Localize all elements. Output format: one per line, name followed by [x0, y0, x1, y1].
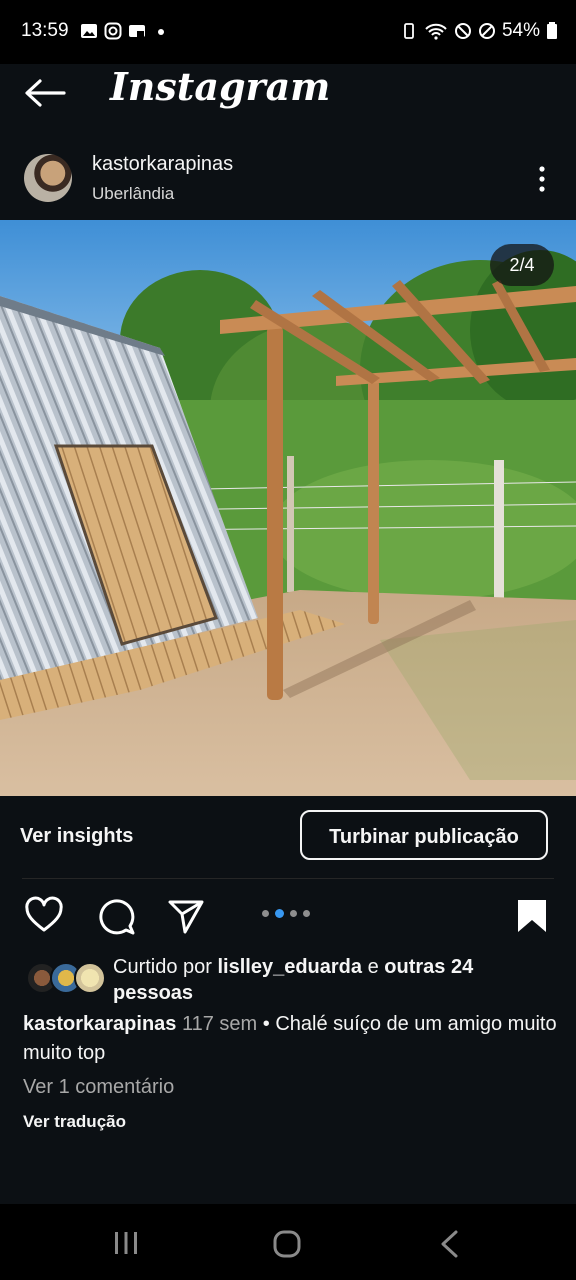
carousel-dot	[290, 910, 297, 917]
nav-back-icon[interactable]	[438, 1229, 460, 1259]
image-counter-badge: 2/4	[490, 244, 554, 286]
likes-conjunction: e	[362, 956, 385, 978]
heart-icon[interactable]	[24, 896, 64, 936]
caption-time: 117 sem	[181, 1013, 258, 1035]
dot-icon	[158, 29, 164, 35]
carousel-dots	[262, 909, 310, 918]
more-options-icon[interactable]	[530, 164, 554, 194]
battery-icon	[547, 22, 557, 39]
post-username[interactable]: kastorkarapinas	[92, 153, 233, 176]
insights-row: Ver insights Turbinar publicação	[0, 796, 576, 882]
blocked-icon	[478, 23, 495, 39]
status-right: 54%	[400, 20, 558, 42]
comment-icon[interactable]	[96, 896, 136, 936]
post-photo[interactable]	[0, 220, 576, 796]
share-icon[interactable]	[166, 896, 206, 936]
carousel-dot	[303, 910, 310, 917]
carousel-dot-active	[275, 909, 284, 918]
do-not-disturb-icon	[454, 23, 471, 39]
likes-text[interactable]: Curtido por lislley_eduarda e outras 24 …	[113, 954, 553, 1006]
post-actions	[0, 890, 576, 944]
chalet-photo-illustration	[0, 220, 576, 796]
post-header: kastorkarapinas Uberlândia	[0, 140, 576, 220]
boost-post-button[interactable]: Turbinar publicação	[300, 810, 548, 860]
cast-icon	[129, 25, 145, 37]
instagram-icon	[104, 22, 122, 40]
liker-avatars[interactable]	[26, 962, 106, 994]
view-insights-link[interactable]: Ver insights	[20, 825, 133, 848]
wifi-icon	[425, 23, 447, 40]
app-header: Instagram	[0, 64, 576, 120]
avatar[interactable]	[24, 154, 72, 202]
app-title: Instagram	[110, 64, 331, 109]
carousel-dot	[262, 910, 269, 917]
battery-percent: 54%	[501, 20, 540, 41]
bookmark-icon[interactable]	[512, 896, 552, 936]
post-location[interactable]: Uberlândia	[92, 184, 174, 204]
likes-prefix: Curtido por	[113, 956, 218, 978]
system-nav-bar	[0, 1204, 576, 1280]
likes-user[interactable]: lislley_eduarda	[218, 956, 363, 978]
post-caption: kastorkarapinas 117 sem • Chalé suíço de…	[23, 1010, 563, 1068]
divider	[22, 878, 554, 879]
view-comments-link[interactable]: Ver 1 comentário	[23, 1076, 174, 1099]
battery-saver-icon	[404, 23, 414, 39]
home-icon[interactable]	[272, 1229, 302, 1259]
recent-apps-icon[interactable]	[112, 1230, 140, 1256]
view-translation-link[interactable]: Ver tradução	[23, 1112, 126, 1132]
likes-section: Curtido por lislley_eduarda e outras 24 …	[0, 952, 576, 1008]
liker-avatar	[74, 962, 106, 994]
status-left-icons	[80, 22, 170, 40]
back-arrow-icon[interactable]	[24, 78, 66, 108]
status-bar: 13:59 54%	[0, 0, 576, 64]
caption-username[interactable]: kastorkarapinas	[23, 1013, 176, 1035]
gallery-icon	[81, 24, 97, 38]
status-time: 13:59	[21, 20, 69, 41]
